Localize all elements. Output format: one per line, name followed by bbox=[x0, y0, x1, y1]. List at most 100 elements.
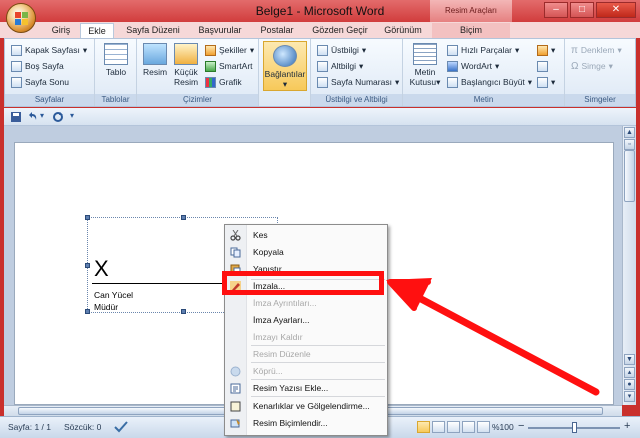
menu-item-cut[interactable]: Kes bbox=[225, 227, 387, 244]
hyperlink-icon bbox=[230, 366, 241, 377]
chart-button[interactable]: Grafik bbox=[205, 75, 242, 89]
outline-view-icon[interactable] bbox=[462, 421, 475, 433]
word-count[interactable]: Sözcük: 0 bbox=[64, 422, 101, 432]
office-logo-icon bbox=[15, 12, 28, 25]
chart-icon bbox=[205, 76, 216, 88]
tab-giris[interactable]: Giriş bbox=[42, 23, 80, 38]
equation-button[interactable]: π Denklem ▾ bbox=[571, 43, 622, 57]
full-screen-reading-icon[interactable] bbox=[432, 421, 445, 433]
clip-art-button[interactable]: Küçük Resim bbox=[171, 43, 201, 87]
page-count[interactable]: Sayfa: 1 / 1 bbox=[8, 422, 51, 432]
menu-item-insert-caption[interactable]: Resim Yazısı Ekle... bbox=[225, 380, 387, 397]
group-cizimler: Resim Küçük Resim Şekiller ▾ SmartArt Gra… bbox=[137, 39, 259, 106]
footer-button[interactable]: Altbilgi ▾ bbox=[317, 59, 363, 73]
draft-view-icon[interactable] bbox=[477, 421, 490, 433]
menu-item-label: Resim Düzenle bbox=[253, 349, 311, 359]
menu-item-signature-details[interactable]: İmza Ayrıntıları... bbox=[225, 295, 387, 312]
menu-item-label: Kenarlıklar ve Gölgelendirme... bbox=[253, 401, 370, 411]
menu-item-label: İmza Ayarları... bbox=[253, 315, 310, 325]
table-button[interactable]: Tablo bbox=[101, 43, 131, 77]
browse-object-icon[interactable]: ● bbox=[624, 379, 635, 390]
previous-page-icon[interactable]: ▴ bbox=[624, 367, 635, 378]
signature-line-button[interactable]: ▾ bbox=[537, 43, 555, 57]
tab-ekle[interactable]: Ekle bbox=[80, 23, 114, 38]
tab-sayfa-duzeni[interactable]: Sayfa Düzeni bbox=[118, 23, 188, 38]
resize-handle[interactable] bbox=[85, 215, 90, 220]
save-icon[interactable] bbox=[10, 111, 22, 123]
blank-page-button[interactable]: Boş Sayfa bbox=[11, 59, 64, 73]
menu-item-borders-shading[interactable]: Kenarlıklar ve Gölgelendirme... bbox=[225, 398, 387, 415]
menu-item-copy[interactable]: Kopyala bbox=[225, 244, 387, 261]
symbol-button[interactable]: Ω Simge ▾ bbox=[571, 59, 613, 73]
dropdown-arrow-icon: ▾ bbox=[551, 76, 556, 87]
page-number-button[interactable]: Sayfa Numarası ▾ bbox=[317, 75, 399, 89]
group-metin: Metin Kutusu▾ Hızlı Parçalar ▾ WordArt ▾ B… bbox=[403, 39, 565, 106]
web-layout-icon[interactable] bbox=[447, 421, 460, 433]
menu-item-signature-setup[interactable]: İmza Ayarları... bbox=[225, 312, 387, 329]
undo-dropdown-icon[interactable]: ▾ bbox=[40, 111, 52, 123]
zoom-level[interactable]: %100 bbox=[492, 422, 514, 432]
wordart-button[interactable]: WordArt ▾ bbox=[447, 59, 499, 73]
signer-title: Müdür bbox=[94, 302, 119, 312]
tab-basvurular[interactable]: Başvurular bbox=[190, 23, 250, 38]
menu-item-remove-signature[interactable]: İmzayı Kaldır bbox=[225, 329, 387, 346]
undo-icon[interactable] bbox=[26, 111, 38, 123]
redo-icon[interactable] bbox=[52, 111, 64, 123]
resize-handle[interactable] bbox=[181, 215, 186, 220]
ruler-toggle-icon[interactable]: ▫ bbox=[624, 139, 635, 150]
minimize-button[interactable]: – bbox=[544, 2, 568, 18]
tab-gozden-gecir[interactable]: Gözden Geçir bbox=[306, 23, 374, 38]
globe-link-icon bbox=[273, 45, 297, 67]
date-time-button[interactable] bbox=[537, 59, 548, 73]
customize-toolbar-icon[interactable]: ▾ bbox=[70, 111, 82, 123]
proofing-icon[interactable] bbox=[114, 421, 128, 433]
menu-separator bbox=[251, 396, 385, 397]
resize-handle[interactable] bbox=[85, 309, 90, 314]
menu-item-label: Kes bbox=[253, 230, 268, 240]
text-box-label-2: Kutusu▾ bbox=[409, 77, 441, 87]
cover-page-button[interactable]: Kapak Sayfası ▾ bbox=[11, 43, 87, 57]
object-button[interactable]: ▾ bbox=[537, 75, 555, 89]
links-button[interactable]: Bağlantılar ▾ bbox=[263, 41, 307, 91]
menu-item-edit-picture[interactable]: Resim Düzenle bbox=[225, 346, 387, 363]
pi-icon: π bbox=[571, 44, 578, 56]
resize-handle[interactable] bbox=[181, 309, 186, 314]
maximize-button[interactable]: □ bbox=[570, 2, 594, 18]
drop-cap-icon bbox=[447, 76, 458, 88]
zoom-out-icon[interactable]: − bbox=[518, 420, 524, 432]
resize-handle[interactable] bbox=[85, 263, 90, 268]
zoom-slider-knob[interactable] bbox=[572, 422, 577, 433]
smartart-button[interactable]: SmartArt bbox=[205, 59, 253, 73]
context-menu: Kes Kopyala Yapıştır İmzala... İmza Ayrı… bbox=[224, 224, 388, 436]
tab-gorunum[interactable]: Görünüm bbox=[378, 23, 428, 38]
office-button[interactable] bbox=[6, 3, 36, 33]
ribbon-tabs: Giriş Ekle Sayfa Düzeni Başvurular Posta… bbox=[0, 22, 640, 38]
menu-item-format-picture[interactable]: Resim Biçimlendir... bbox=[225, 415, 387, 432]
picture-button[interactable]: Resim bbox=[141, 43, 169, 77]
clip-art-label-1: Küçük bbox=[174, 67, 198, 77]
shapes-button[interactable]: Şekiller ▾ bbox=[205, 43, 254, 57]
scroll-up-icon[interactable]: ▲ bbox=[624, 127, 635, 138]
vertical-scroll-thumb[interactable] bbox=[624, 150, 635, 202]
drop-cap-button[interactable]: Başlangıcı Büyüt ▾ bbox=[447, 75, 532, 89]
menu-item-hyperlink[interactable]: Köprü... bbox=[225, 363, 387, 380]
quick-parts-button[interactable]: Hızlı Parçalar ▾ bbox=[447, 43, 519, 57]
text-box-button[interactable]: Metin Kutusu▾ bbox=[407, 43, 443, 87]
print-layout-view-icon[interactable] bbox=[417, 421, 430, 433]
scroll-down-icon[interactable]: ▼ bbox=[624, 354, 635, 365]
page-break-button[interactable]: Sayfa Sonu bbox=[11, 75, 69, 89]
tab-bicim[interactable]: Biçim bbox=[432, 23, 510, 38]
dropdown-arrow-icon: ▾ bbox=[608, 60, 613, 71]
group-label-ustbilgi: Üstbilgi ve Altbilgi bbox=[311, 94, 402, 106]
text-box-icon bbox=[413, 43, 437, 65]
quick-parts-label: Hızlı Parçalar bbox=[461, 45, 513, 55]
dropdown-arrow-icon: ▾ bbox=[249, 44, 255, 55]
tab-postalar[interactable]: Postalar bbox=[254, 23, 300, 38]
cover-page-icon bbox=[11, 44, 22, 56]
vertical-scrollbar[interactable]: ▲ ▫ ▼ ▴ ● ▾ bbox=[622, 126, 636, 405]
close-button[interactable]: ✕ bbox=[596, 2, 636, 18]
menu-item-label: Resim Yazısı Ekle... bbox=[253, 383, 329, 393]
next-page-icon[interactable]: ▾ bbox=[624, 391, 635, 402]
zoom-in-icon[interactable]: + bbox=[624, 420, 630, 432]
header-button[interactable]: Üstbilgi ▾ bbox=[317, 43, 366, 57]
